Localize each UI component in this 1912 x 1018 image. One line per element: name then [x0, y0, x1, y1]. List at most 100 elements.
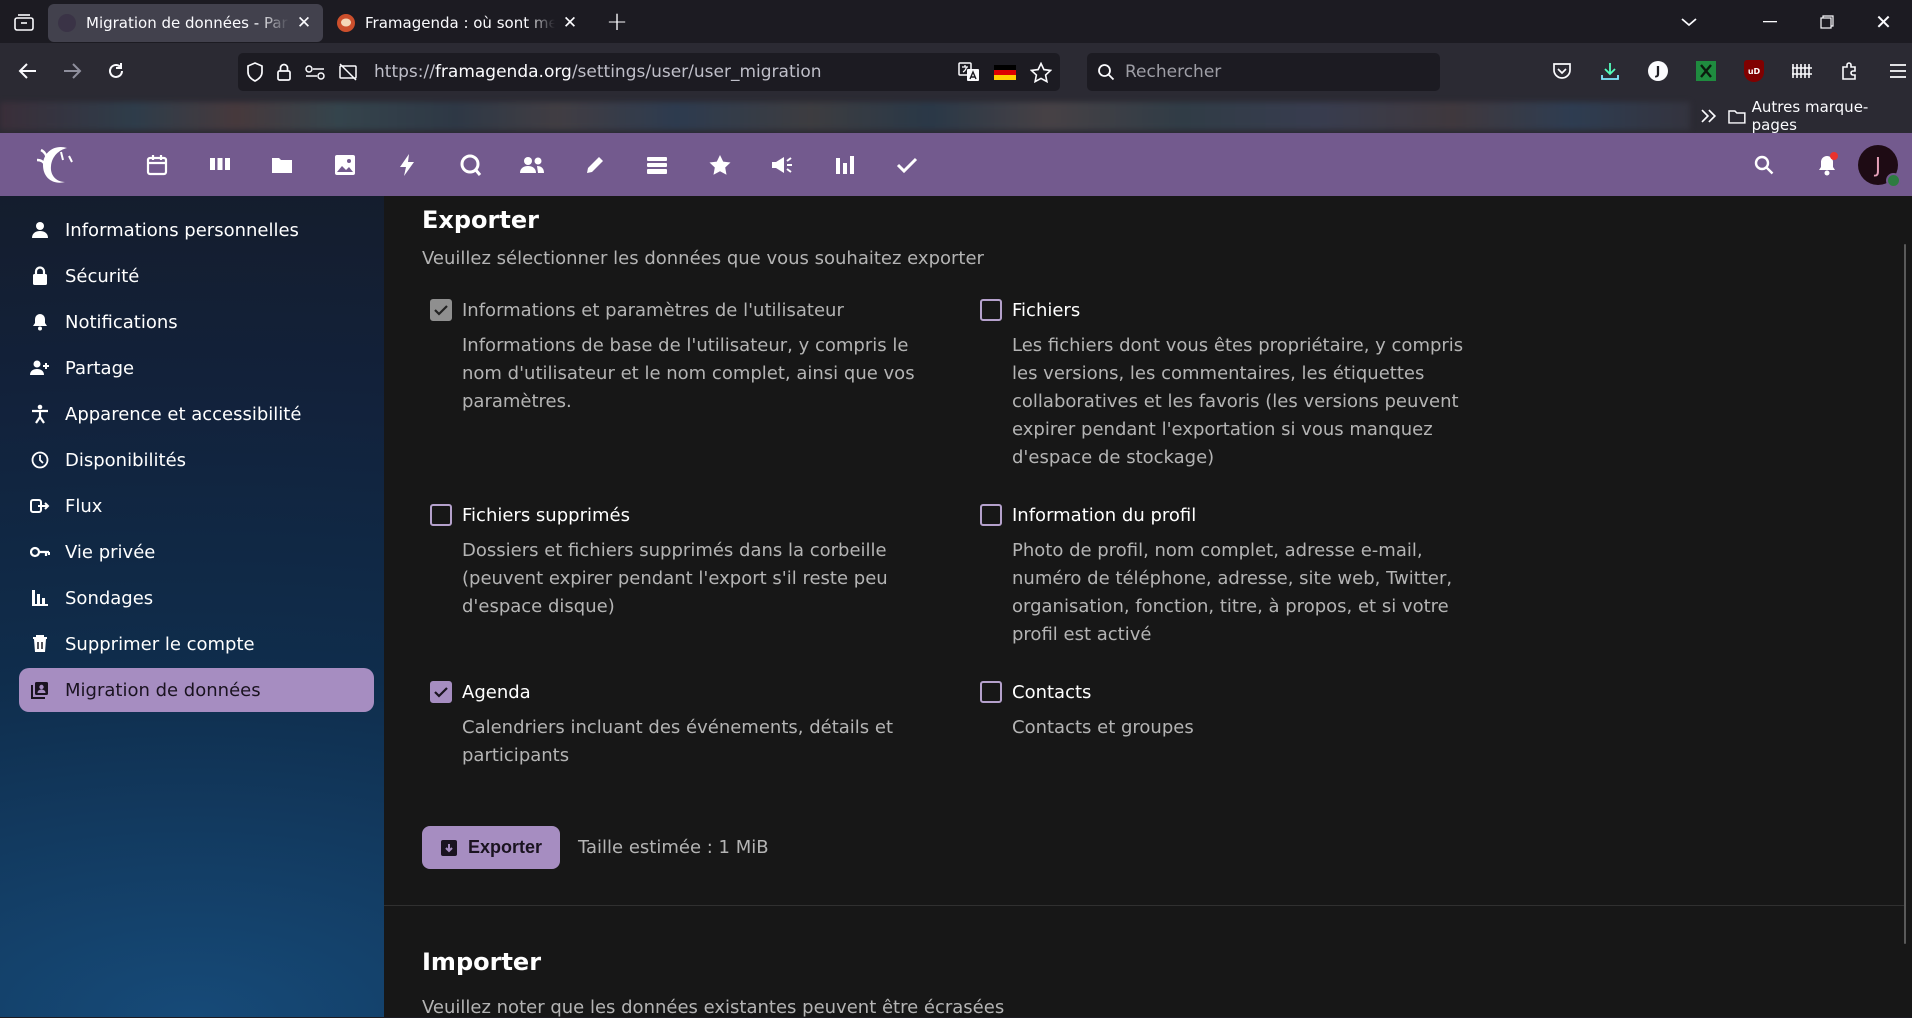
downloads-button[interactable]: [1586, 51, 1634, 91]
files-app[interactable]: [251, 133, 314, 196]
sidebar-item-label: Migration de données: [65, 679, 261, 701]
close-window-button[interactable]: ✕: [1855, 0, 1912, 43]
lock-icon[interactable]: [276, 62, 292, 82]
sidebar-item-personal-info[interactable]: Informations personnelles: [19, 208, 374, 252]
library-button[interactable]: [1778, 51, 1826, 91]
library-icon: [1792, 64, 1812, 78]
archive-icon: [440, 839, 457, 856]
puzzle-icon: [1842, 62, 1856, 80]
close-tab-icon[interactable]: ✕: [295, 13, 313, 33]
deleted-files-checkbox-label[interactable]: Fichiers supprimés: [422, 501, 942, 529]
tab-overflow-chevron-icon[interactable]: [1660, 0, 1717, 43]
sidebar-item-flow[interactable]: Flux: [19, 484, 374, 528]
contacts-checkbox-label[interactable]: Contacts: [972, 678, 1492, 706]
bookmark-star-icon[interactable]: [1030, 61, 1052, 83]
extension-j-icon: J: [1648, 61, 1668, 81]
ublock-button[interactable]: uD: [1730, 51, 1778, 91]
search-icon: [1098, 64, 1115, 81]
sidebar-item-availability[interactable]: Disponibilités: [19, 438, 374, 482]
forward-button[interactable]: [52, 51, 92, 91]
deck-icon: [209, 157, 230, 170]
extension-x-button[interactable]: [1682, 51, 1730, 91]
notes-icon: [586, 156, 603, 173]
notes-app[interactable]: [564, 133, 627, 196]
url-bar[interactable]: https://framagenda.org/settings/user/use…: [238, 53, 1060, 91]
other-bookmarks-folder[interactable]: Autres marque-pages: [1728, 98, 1912, 134]
tab-list-button[interactable]: [0, 0, 48, 43]
photos-app[interactable]: [314, 133, 377, 196]
extensions-button[interactable]: [1826, 51, 1874, 91]
sidebar-item-delete-account[interactable]: Supprimer le compte: [19, 622, 374, 666]
url-text: https://framagenda.org/settings/user/use…: [374, 62, 822, 82]
contacts-icon: [520, 156, 545, 173]
close-tab-icon[interactable]: ✕: [561, 13, 579, 33]
sidebar-item-label: Notifications: [65, 311, 178, 333]
sidebar-item-security[interactable]: Sécurité: [19, 254, 374, 298]
stack-app[interactable]: [626, 133, 689, 196]
bell-icon: [29, 311, 51, 333]
online-status-indicator: [1886, 172, 1901, 188]
restore-window-button[interactable]: [1798, 0, 1855, 43]
favorites-app[interactable]: [689, 133, 752, 196]
polls-app[interactable]: [814, 133, 877, 196]
back-button[interactable]: [8, 51, 48, 91]
files-checkbox-label[interactable]: Fichiers: [972, 296, 1492, 324]
option-label: Fichiers supprimés: [462, 504, 630, 526]
user-icon: [29, 219, 51, 241]
sidebar-item-privacy[interactable]: Vie privée: [19, 530, 374, 574]
flow-icon: [29, 495, 51, 517]
sidebar-item-polls[interactable]: Sondages: [19, 576, 374, 620]
export-section-title: Exporter: [422, 206, 539, 234]
calendar-checkbox-label[interactable]: Agenda: [422, 678, 942, 706]
unified-search-button[interactable]: [1732, 133, 1795, 196]
deck-app[interactable]: [189, 133, 252, 196]
sidebar-item-notifications[interactable]: Notifications: [19, 300, 374, 344]
browser-tab-bar: Migration de données - Paramètres - Fram…: [0, 0, 1912, 43]
tab-title: Migration de données - Paramètres - Fram…: [86, 13, 289, 32]
reload-icon: [109, 63, 123, 78]
pocket-button[interactable]: [1538, 51, 1586, 91]
search-bar[interactable]: [1087, 53, 1440, 91]
translate-icon[interactable]: [958, 62, 980, 82]
new-tab-button[interactable]: +: [597, 3, 637, 41]
reload-button[interactable]: [96, 51, 136, 91]
framagenda-logo-icon: [36, 146, 73, 183]
content-scrollbar[interactable]: [1904, 244, 1906, 944]
profile-info-checkbox-label[interactable]: Information du profil: [972, 501, 1492, 529]
search-input[interactable]: [1125, 62, 1405, 82]
contacts-app[interactable]: [501, 133, 564, 196]
extension-j-button[interactable]: J: [1634, 51, 1682, 91]
export-option-profile-info: Information du profil Photo de profil, n…: [972, 501, 1492, 649]
sidebar-item-data-migration[interactable]: Migration de données: [19, 668, 374, 712]
other-bookmarks-label: Autres marque-pages: [1751, 98, 1869, 134]
profile-info-checkbox[interactable]: [980, 504, 1002, 526]
files-checkbox[interactable]: [980, 299, 1002, 321]
calendar-app[interactable]: [126, 133, 189, 196]
files-icon: [272, 157, 293, 173]
minimize-window-button[interactable]: [1741, 0, 1798, 43]
export-button[interactable]: Exporter: [422, 826, 560, 869]
tasks-app[interactable]: [876, 133, 939, 196]
german-flag-icon[interactable]: [994, 64, 1016, 80]
poll-icon: [29, 587, 51, 609]
calendar-checkbox[interactable]: [430, 681, 452, 703]
permissions-icon[interactable]: [304, 63, 326, 81]
double-chevron-icon[interactable]: [1700, 108, 1718, 124]
menu-button[interactable]: [1874, 51, 1912, 91]
sidebar-item-appearance[interactable]: Apparence et accessibilité: [19, 392, 374, 436]
contacts-checkbox[interactable]: [980, 681, 1002, 703]
option-description: Photo de profil, nom complet, adresse e-…: [1012, 540, 1453, 645]
accessibility-icon: [29, 403, 51, 425]
blocked-media-icon[interactable]: [338, 62, 358, 82]
sidebar-item-sharing[interactable]: Partage: [19, 346, 374, 390]
activity-app[interactable]: [376, 133, 439, 196]
browser-tab-framagenda[interactable]: Framagenda : où sont mes données ✕: [327, 4, 589, 42]
browser-tab-migration[interactable]: Migration de données - Paramètres - Fram…: [48, 3, 323, 42]
deleted-files-checkbox[interactable]: [430, 504, 452, 526]
shield-icon[interactable]: [246, 62, 264, 82]
talk-app[interactable]: [439, 133, 502, 196]
announcements-app[interactable]: [751, 133, 814, 196]
framagenda-logo[interactable]: [30, 139, 82, 191]
notifications-button[interactable]: [1795, 133, 1858, 196]
user-avatar[interactable]: J: [1858, 144, 1901, 188]
